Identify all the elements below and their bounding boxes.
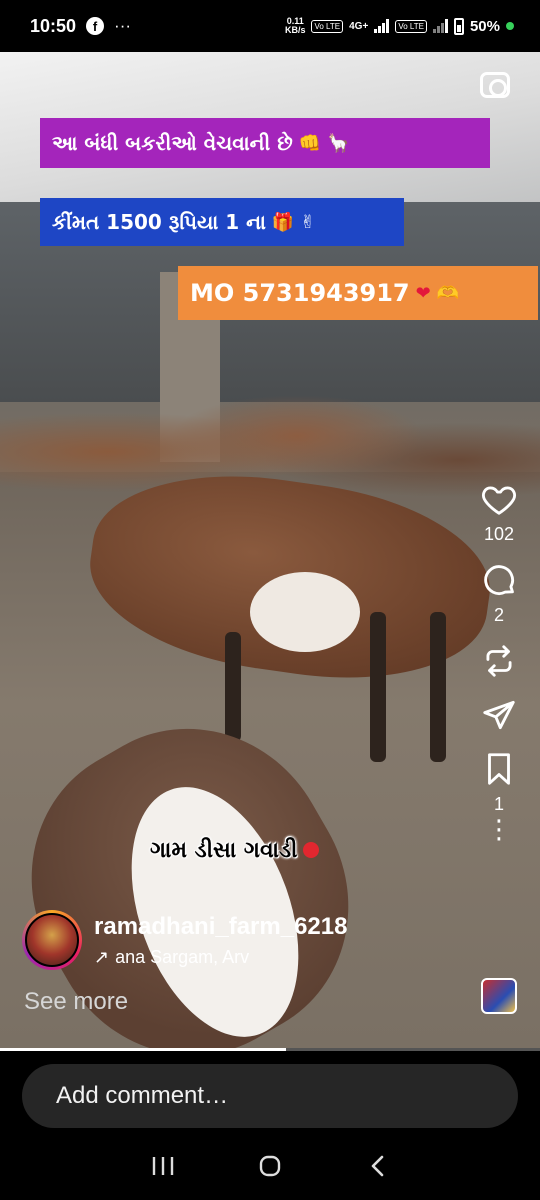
- avatar[interactable]: [22, 910, 82, 970]
- save-action[interactable]: 1 ⋮: [480, 750, 518, 842]
- privacy-indicator-dot: [506, 22, 514, 30]
- status-bar: 10:50 f ··· 0.11 KB/s Vo LTE 4G+ Vo LTE …: [0, 0, 540, 52]
- volte-icon: Vo LTE: [311, 19, 344, 33]
- home-button[interactable]: [250, 1146, 290, 1186]
- camera-icon[interactable]: [480, 72, 510, 98]
- recent-apps-button[interactable]: [143, 1146, 183, 1186]
- audio-track-thumbnail[interactable]: [481, 978, 517, 1014]
- send-icon[interactable]: [480, 696, 518, 734]
- gift-emoji: 🎁: [271, 211, 295, 233]
- fist-emoji: 👊: [298, 132, 322, 154]
- side-actions: 102 2 1 ⋮: [472, 480, 526, 853]
- author-info: ramadhani_farm_6218 ↗ ana Sargam, Arv: [22, 910, 347, 970]
- overlay-banner-phone: MO 5731943917 ❤ 🫶: [178, 266, 538, 320]
- location-text: ગામ ડીસા ગવાડી: [150, 838, 298, 863]
- save-count: 1: [493, 794, 504, 814]
- signal-strength-icon: [374, 19, 390, 33]
- repost-icon[interactable]: [480, 642, 518, 680]
- see-more-link[interactable]: See more: [24, 988, 128, 1016]
- network-speed: 0.11 KB/s: [284, 16, 306, 35]
- back-button[interactable]: [357, 1146, 397, 1186]
- author-text: ramadhani_farm_6218 ↗ ana Sargam, Arv: [94, 913, 347, 968]
- location-overlay: ગામ ડીસા ગવાડી: [150, 838, 320, 863]
- heart-icon[interactable]: [480, 480, 518, 518]
- battery-percent: 50%: [469, 17, 500, 35]
- heart-emoji: ❤: [415, 282, 431, 304]
- goat-leg: [430, 612, 446, 762]
- system-nav-bar: [0, 1132, 540, 1200]
- comment-icon[interactable]: [480, 561, 518, 599]
- goat-leg: [225, 632, 241, 742]
- like-action[interactable]: 102: [480, 480, 518, 545]
- goat-white-patch: [250, 572, 360, 652]
- comment-count: 2: [493, 605, 504, 625]
- status-right: 0.11 KB/s Vo LTE 4G+ Vo LTE 50%: [285, 17, 514, 35]
- overlay-text-3: MO 5731943917: [190, 279, 410, 307]
- back-icon: [371, 1155, 383, 1177]
- bookmark-icon[interactable]: [480, 750, 518, 788]
- more-options-icon[interactable]: ⋮: [486, 816, 512, 842]
- video-progress-fill: [0, 1048, 287, 1051]
- comment-action[interactable]: 2: [480, 561, 518, 626]
- battery-icon: [453, 17, 464, 35]
- network-type: 4G+: [349, 20, 369, 32]
- like-count: 102: [483, 524, 515, 544]
- status-left: 10:50 f ···: [30, 16, 131, 37]
- overlay-text-2: કીંમત 1500 રૂપિયા 1 ના: [52, 210, 266, 234]
- volte-icon-2: Vo LTE: [395, 19, 427, 33]
- comment-area: Add comment…: [0, 1052, 540, 1132]
- audio-name: ana Sargam, Arv: [115, 946, 250, 967]
- more-notifications-indicator: ···: [114, 16, 132, 35]
- video-progress-bar[interactable]: [0, 1048, 540, 1051]
- audio-attribution[interactable]: ↗ ana Sargam, Arv: [94, 947, 347, 968]
- share-action[interactable]: [480, 696, 518, 734]
- recent-apps-icon: [153, 1157, 174, 1175]
- signal-strength-icon-2: [432, 19, 448, 33]
- remix-action[interactable]: [480, 642, 518, 680]
- overlay-text-1: આ બંધી બકરીઓ વેચવાની છે: [52, 131, 293, 155]
- facebook-icon: f: [86, 17, 105, 35]
- overlay-banner-price: કીંમત 1500 રૂપિયા 1 ના 🎁 ✌: [40, 198, 404, 246]
- comment-input[interactable]: Add comment…: [22, 1064, 518, 1128]
- audio-arrow-icon: ↗: [94, 946, 110, 967]
- username[interactable]: ramadhani_farm_6218: [94, 913, 347, 941]
- llama-emoji: 🦙: [327, 132, 350, 154]
- home-icon: [259, 1155, 281, 1177]
- comment-placeholder: Add comment…: [56, 1082, 229, 1109]
- pin-icon: [303, 842, 320, 858]
- overlay-banner-sale: આ બંધી બકરીઓ વેચવાની છે 👊 🦙: [40, 118, 490, 168]
- heart-hands-emoji: 🫶: [436, 282, 460, 304]
- status-time: 10:50: [30, 15, 77, 36]
- victory-emoji: ✌: [300, 211, 316, 233]
- goat-leg: [370, 612, 386, 762]
